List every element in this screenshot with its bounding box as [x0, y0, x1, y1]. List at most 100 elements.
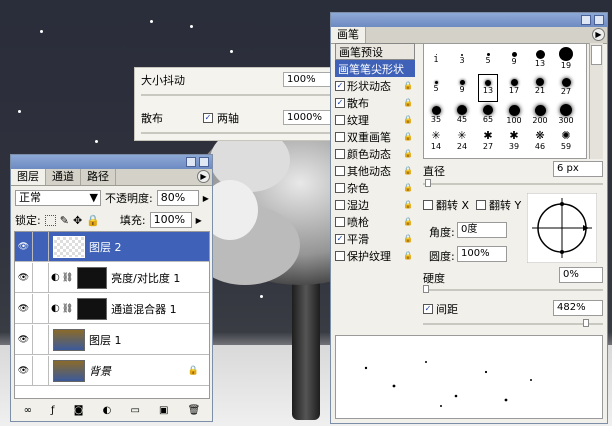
- layer-row-background[interactable]: 👁 背景 🔒: [15, 355, 209, 386]
- size-jitter-slider[interactable]: [141, 90, 337, 98]
- minimize-button[interactable]: [581, 15, 591, 25]
- brush-tip[interactable]: 9: [504, 46, 524, 74]
- brush-tip[interactable]: 1: [426, 46, 446, 74]
- texture-item[interactable]: 纹理 🔒: [335, 111, 415, 128]
- eye-icon[interactable]: 👁: [15, 231, 33, 262]
- eye-icon[interactable]: 👁: [15, 355, 33, 386]
- brush-tip[interactable]: 3: [452, 46, 472, 74]
- tab-brushes[interactable]: 画笔: [331, 27, 366, 43]
- fill-input[interactable]: 100%: [149, 212, 192, 228]
- hardness-input[interactable]: 0%: [559, 267, 603, 283]
- panel-menu-icon[interactable]: ▶: [197, 170, 210, 183]
- brush-tip[interactable]: 21: [530, 74, 550, 102]
- eye-icon[interactable]: 👁: [15, 262, 33, 293]
- lock-transparency-icon[interactable]: [44, 214, 56, 226]
- scattering-item[interactable]: ✓ 散布 🔒: [335, 94, 415, 111]
- close-button[interactable]: [199, 157, 209, 167]
- brush-tip[interactable]: 9: [452, 74, 472, 102]
- panel-menu-icon[interactable]: ▶: [592, 28, 605, 41]
- flip-y-checkbox[interactable]: [476, 200, 487, 210]
- brush-tip-shape-item[interactable]: 画笔笔尖形状: [335, 60, 415, 77]
- eye-icon[interactable]: 👁: [15, 324, 33, 355]
- close-button[interactable]: [594, 15, 604, 25]
- brush-tip[interactable]: ✱ 27: [478, 130, 498, 158]
- new-layer-icon[interactable]: ▣: [159, 405, 168, 416]
- other-dynamics-item[interactable]: 其他动态 🔒: [335, 162, 415, 179]
- smoothing-item[interactable]: ✓ 平滑 🔒: [335, 230, 415, 247]
- trash-icon[interactable]: 🗑: [188, 405, 201, 416]
- brush-link-column[interactable]: [33, 231, 49, 262]
- lock-brush-icon[interactable]: ✎: [60, 214, 69, 227]
- eye-icon[interactable]: 👁: [15, 293, 33, 324]
- checkbox[interactable]: [335, 182, 345, 193]
- brush-tip[interactable]: 65: [478, 102, 498, 130]
- dual-brush-item[interactable]: 双重画笔 🔒: [335, 128, 415, 145]
- scatter-input[interactable]: 1000%: [283, 110, 333, 125]
- layer-name[interactable]: 背景: [89, 363, 111, 379]
- checkbox[interactable]: ✓: [335, 233, 345, 244]
- noise-item[interactable]: 杂色 🔒: [335, 179, 415, 196]
- airbrush-item[interactable]: 喷枪 🔒: [335, 213, 415, 230]
- roundness-input[interactable]: 100%: [457, 246, 507, 262]
- scatter-slider[interactable]: [141, 128, 337, 136]
- protect-texture-item[interactable]: 保护纹理 🔒: [335, 247, 415, 264]
- brush-tip[interactable]: 300: [556, 102, 576, 130]
- wet-edges-item[interactable]: 湿边 🔒: [335, 196, 415, 213]
- lock-move-icon[interactable]: ✥: [73, 214, 82, 227]
- layer-style-icon[interactable]: ƒ: [51, 405, 55, 416]
- brush-tip[interactable]: 27: [556, 74, 576, 102]
- tab-paths[interactable]: 路径: [81, 169, 116, 185]
- brush-link-column[interactable]: [33, 293, 49, 324]
- link-icon[interactable]: ∞: [24, 405, 32, 416]
- tab-channels[interactable]: 通道: [46, 169, 81, 185]
- brush-tip[interactable]: 200: [530, 102, 550, 130]
- layer-row-channel-mixer[interactable]: 👁 ◐ ⛓ 通道混合器 1: [15, 293, 209, 324]
- chain-link-icon[interactable]: ⛓: [62, 304, 73, 314]
- layers-panel-titlebar[interactable]: [11, 155, 212, 169]
- brush-tip[interactable]: 17: [504, 74, 524, 102]
- blend-mode-select[interactable]: 正常 ▼: [15, 190, 101, 206]
- brush-tip[interactable]: ✳ 14: [426, 130, 446, 158]
- checkbox[interactable]: ✓: [335, 80, 345, 91]
- spacing-input[interactable]: 482%: [553, 300, 603, 316]
- fill-arrow-icon[interactable]: ▶: [196, 216, 202, 225]
- adjustment-layer-icon[interactable]: ◐: [103, 405, 112, 416]
- diameter-slider[interactable]: [423, 179, 603, 187]
- brush-tip[interactable]: 13: [530, 46, 550, 74]
- diameter-input[interactable]: 6 px: [553, 161, 603, 177]
- flip-x-checkbox[interactable]: [423, 200, 433, 210]
- brushes-panel-titlebar[interactable]: [331, 13, 607, 27]
- angle-roundness-widget[interactable]: [527, 193, 597, 263]
- brush-tip[interactable]: 100: [504, 102, 524, 130]
- mask-icon[interactable]: ◙: [74, 405, 84, 416]
- layer-row-brightness[interactable]: 👁 ◐ ⛓ 亮度/对比度 1: [15, 262, 209, 293]
- shape-dynamics-item[interactable]: ✓ 形状动态 🔒: [335, 77, 415, 94]
- layer-name[interactable]: 通道混合器 1: [111, 301, 177, 317]
- brush-grid-scrollbar[interactable]: [589, 43, 603, 159]
- brush-tip[interactable]: ❋ 46: [530, 130, 550, 158]
- brush-link-column[interactable]: [33, 355, 49, 386]
- checkbox[interactable]: [335, 131, 345, 142]
- checkbox[interactable]: [335, 114, 345, 125]
- brush-link-column[interactable]: [33, 262, 49, 293]
- folder-icon[interactable]: ▭: [130, 405, 139, 416]
- brush-tip[interactable]: 5: [426, 74, 446, 102]
- brush-tip[interactable]: ✱ 39: [504, 130, 524, 158]
- layer-name[interactable]: 亮度/对比度 1: [111, 270, 180, 286]
- layer-name[interactable]: 图层 1: [89, 332, 122, 348]
- opacity-arrow-icon[interactable]: ▶: [203, 194, 209, 203]
- checkbox[interactable]: [335, 250, 345, 261]
- scroll-thumb[interactable]: [591, 45, 602, 65]
- lock-all-icon[interactable]: 🔒: [86, 214, 100, 227]
- brush-tip[interactable]: 45: [452, 102, 472, 130]
- both-axes-checkbox[interactable]: ✓: [203, 113, 213, 123]
- checkbox[interactable]: [335, 199, 345, 210]
- layer-row-layer1[interactable]: 👁 图层 1: [15, 324, 209, 355]
- brush-tip-selected[interactable]: 13: [478, 74, 498, 102]
- brush-tip[interactable]: 35: [426, 102, 446, 130]
- spacing-slider[interactable]: [423, 319, 603, 327]
- layer-row-layer2[interactable]: 👁 图层 2: [15, 231, 209, 262]
- brush-tip[interactable]: ✳ 24: [452, 130, 472, 158]
- layer-name[interactable]: 图层 2: [89, 239, 122, 255]
- brush-tip[interactable]: 19: [556, 46, 576, 74]
